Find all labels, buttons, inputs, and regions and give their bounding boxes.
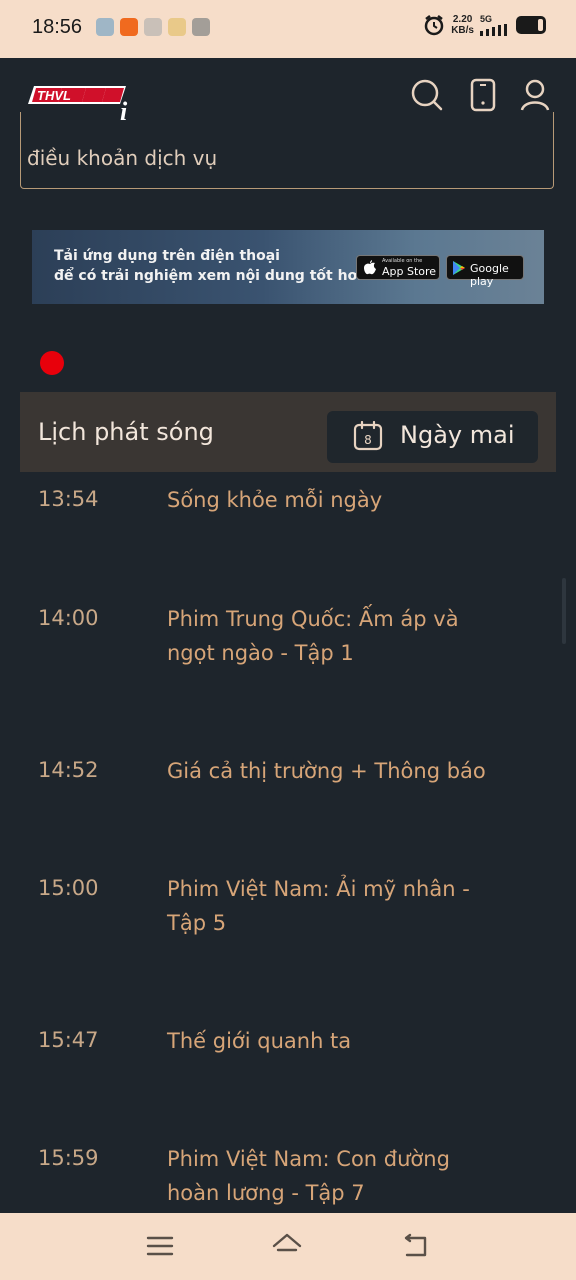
app-store-small-text: Available on the (382, 258, 423, 264)
net-speed-unit: KB/s (451, 25, 474, 36)
terms-box: điều khoản dịch vụ (20, 112, 554, 189)
status-bar: 18:56 2.20 KB/s 5G (0, 0, 576, 58)
notes-icon (168, 18, 186, 36)
calendar-day: 8 (364, 433, 372, 447)
google-play-icon (453, 261, 465, 275)
signal-icon (480, 24, 507, 36)
menu-icon[interactable] (145, 1231, 175, 1261)
fourg-icon (192, 18, 210, 36)
logo-text: THVL (37, 88, 71, 103)
apple-icon (364, 260, 376, 275)
user-icon[interactable] (518, 78, 552, 112)
schedule-program: Thế giới quanh ta (167, 1029, 352, 1053)
scrollbar[interactable] (562, 578, 566, 644)
schedule-time: 15:59 (38, 1146, 99, 1170)
calendar-icon: 8 (353, 421, 383, 451)
banner-line-2: để có trải nghiệm xem nội dung tốt hơn (54, 268, 368, 284)
google-play-text: Google play (470, 262, 509, 288)
schedule-header: Lịch phát sóng 8 Ngày mai (20, 392, 556, 472)
day-selector-button[interactable]: 8 Ngày mai (327, 411, 538, 463)
live-indicator-dot (40, 351, 64, 375)
app-download-banner[interactable]: Tải ứng dụng trên điện thoại để có trải … (32, 230, 544, 304)
battery-icon (516, 16, 546, 34)
status-time: 18:56 (32, 16, 83, 38)
home-icon[interactable] (272, 1231, 302, 1261)
day-selector-label: Ngày mai (400, 421, 515, 449)
schedule-time: 13:54 (38, 487, 99, 511)
schedule-time: 14:00 (38, 606, 99, 630)
status-right: 2.20 KB/s 5G (423, 14, 546, 36)
alarm-icon (424, 15, 444, 36)
system-nav-bar (0, 1213, 576, 1280)
wifi-app-icon (144, 18, 162, 36)
schedule-title: Lịch phát sóng (38, 418, 214, 446)
app-store-text: App Store (382, 265, 437, 278)
back-icon[interactable] (401, 1231, 431, 1261)
schedule-program: Giá cả thị trường + Thông báo (167, 759, 486, 783)
network-type: 5G (480, 14, 493, 24)
gallery-icon (96, 18, 114, 36)
banner-line-1: Tải ứng dụng trên điện thoại (54, 248, 280, 264)
schedule-program: Sống khỏe mỗi ngày (167, 488, 383, 512)
google-play-button[interactable]: Google play (446, 255, 524, 288)
net-speed-value: 2.20 (452, 14, 473, 25)
schedule-program: Phim Việt Nam: Con đường hoàn lương - Tậ… (167, 1147, 450, 1205)
schedule-program: Phim Việt Nam: Ải mỹ nhân - Tập 5 (167, 877, 470, 935)
schedule-time: 15:47 (38, 1028, 99, 1052)
notification-icons (96, 18, 210, 36)
net-speed: 2.20 KB/s (451, 14, 474, 36)
terms-link[interactable]: điều khoản dịch vụ (27, 146, 217, 170)
schedule-time: 14:52 (38, 758, 99, 782)
phone-icon[interactable] (466, 78, 500, 112)
schedule-program: Phim Trung Quốc: Ấm áp và ngọt ngào - Tậ… (167, 607, 459, 665)
video-app-icon (120, 18, 138, 36)
schedule-time: 15:00 (38, 876, 99, 900)
search-icon[interactable] (410, 78, 444, 112)
app-store-button[interactable]: Available on the App Store (356, 255, 440, 280)
